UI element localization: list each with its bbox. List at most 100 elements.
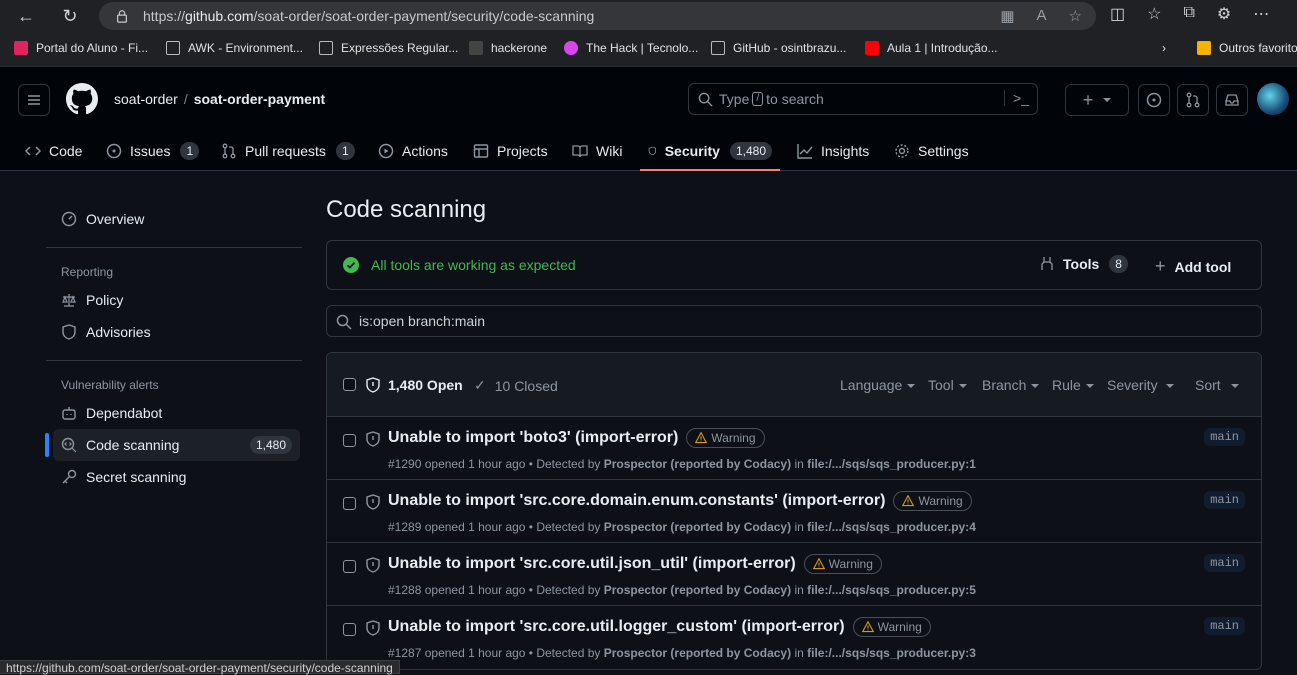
reload-icon[interactable]: ↻: [54, 2, 86, 30]
more-icon[interactable]: ⋯: [1253, 4, 1269, 24]
bookmark-item[interactable]: The Hack | Tecnolo...: [564, 41, 698, 55]
alert-title[interactable]: Unable to import 'src.core.util.json_uti…: [388, 555, 796, 573]
tab-label: Settings: [918, 143, 969, 159]
command-palette-icon[interactable]: >_: [1004, 90, 1029, 106]
rule-filter[interactable]: Rule: [1052, 377, 1094, 393]
tab-wiki[interactable]: Wiki: [572, 131, 622, 171]
address-bar[interactable]: https://github.com/soat-order/soat-order…: [99, 2, 1096, 30]
bookmark-item[interactable]: Expressões Regular...: [319, 41, 458, 55]
sidebar-item-label: Advisories: [86, 324, 151, 340]
tab-security[interactable]: Security 1,480: [640, 131, 780, 171]
collections-icon[interactable]: ⧉: [1183, 4, 1194, 24]
security-counter: 1,480: [729, 142, 772, 160]
pulls-counter: 1: [335, 142, 355, 160]
alert-checkbox[interactable]: [343, 560, 356, 573]
open-filter[interactable]: 1,480 Open: [365, 377, 463, 393]
open-count: 1,480 Open: [388, 377, 463, 393]
tab-projects[interactable]: Projects: [473, 131, 548, 171]
sidebar-item-label: Dependabot: [86, 405, 163, 421]
closed-filter[interactable]: ✓ 10 Closed: [474, 377, 558, 394]
alert-row[interactable]: Unable to import 'src.core.util.json_uti…: [327, 543, 1261, 606]
tab-actions[interactable]: Actions: [378, 131, 448, 171]
severity-badge: Warning: [852, 617, 931, 637]
tab-settings[interactable]: Settings: [894, 131, 969, 171]
alert-row[interactable]: Unable to import 'src.core.util.logger_c…: [327, 606, 1261, 669]
repo-link[interactable]: soat-order-payment: [194, 91, 325, 107]
tab-code[interactable]: Code: [25, 131, 82, 171]
severity-filter[interactable]: Severity: [1107, 377, 1174, 393]
breadcrumb-separator: /: [183, 91, 188, 107]
alert-title[interactable]: Unable to import 'src.core.domain.enum.c…: [388, 492, 885, 510]
sidebar-item-code-scanning[interactable]: Code scanning 1,480: [45, 429, 300, 461]
repo-nav: Code Issues 1 Pull requests 1 Actions Proj…: [0, 131, 1297, 171]
tools-button[interactable]: Tools 8: [1039, 255, 1128, 273]
tab-pull-requests[interactable]: Pull requests 1: [221, 131, 355, 171]
github-header: soat-order / soat-order-payment Type / to se…: [0, 67, 1297, 131]
bookmark-folder[interactable]: Outros favoritos: [1197, 41, 1297, 55]
sidebar-item-advisories[interactable]: Advisories: [46, 316, 302, 348]
bookmark-item[interactable]: hackerone: [469, 41, 547, 55]
alert-checkbox[interactable]: [343, 434, 356, 447]
page-icon: [711, 41, 725, 55]
favorites-icon[interactable]: ☆: [1147, 4, 1161, 24]
bookmark-item[interactable]: AWK - Environment...: [166, 41, 303, 55]
tab-label: Issues: [130, 143, 171, 159]
alert-title[interactable]: Unable to import 'boto3' (import-error): [388, 429, 678, 447]
extensions-icon[interactable]: ⚙: [1217, 4, 1231, 24]
tools-label: Tools: [1063, 256, 1100, 272]
bookmark-item[interactable]: Aula 1 | Introdução...: [865, 41, 998, 55]
create-new-button[interactable]: +: [1065, 84, 1129, 116]
plus-icon: +: [1155, 256, 1166, 276]
select-all-checkbox[interactable]: [343, 378, 356, 391]
branch-filter[interactable]: Branch: [982, 377, 1040, 393]
split-screen-icon[interactable]: ◫: [1110, 4, 1125, 24]
main-content: Code scanning All tools are working as e…: [326, 196, 1262, 670]
sidebar-item-label: Code scanning: [86, 437, 180, 453]
shield-icon: [648, 146, 657, 156]
inbox-button[interactable]: [1216, 84, 1248, 116]
sidebar-item-secret-scanning[interactable]: Secret scanning: [46, 461, 302, 493]
hamburger-icon: [28, 95, 40, 105]
sidebar-item-dependabot[interactable]: Dependabot: [46, 397, 302, 429]
search-shortcut: /: [752, 92, 764, 106]
owner-link[interactable]: soat-order: [114, 91, 178, 107]
back-icon[interactable]: ←: [10, 2, 42, 30]
alert-title[interactable]: Unable to import 'src.core.util.logger_c…: [388, 618, 845, 636]
add-tool-button[interactable]: + Add tool: [1155, 256, 1231, 277]
add-tool-label: Add tool: [1174, 258, 1232, 275]
avatar[interactable]: [1257, 83, 1289, 115]
menu-button[interactable]: [18, 84, 50, 116]
search-placeholder-end: to search: [766, 91, 824, 107]
tab-insights[interactable]: Insights: [797, 131, 869, 171]
apps-icon[interactable]: ▦: [1000, 7, 1014, 25]
pull-requests-button[interactable]: [1177, 84, 1209, 116]
shield-icon: [366, 557, 380, 573]
git-pull-request-icon: [1186, 92, 1200, 108]
issues-button[interactable]: [1138, 84, 1170, 116]
caret-down-icon: [1165, 384, 1174, 389]
alert-checkbox[interactable]: [343, 497, 356, 510]
alert-filter-input[interactable]: is:open branch:main: [326, 305, 1262, 337]
tools-counter: 8: [1109, 255, 1128, 273]
sidebar-item-overview[interactable]: Overview: [46, 203, 302, 235]
page-icon: [319, 41, 333, 55]
tool-filter[interactable]: Tool: [928, 377, 967, 393]
search-input[interactable]: Type / to search >_: [688, 83, 1038, 115]
sort-filter[interactable]: Sort: [1195, 377, 1239, 393]
alert-row[interactable]: Unable to import 'boto3' (import-error) W…: [327, 417, 1261, 480]
alert-icon: [861, 621, 874, 633]
severity-badge: Warning: [803, 554, 882, 574]
bookmark-item[interactable]: Portal do Aluno - Fi...: [14, 41, 148, 55]
favorite-star-icon[interactable]: ☆: [1069, 7, 1082, 25]
language-filter[interactable]: Language: [840, 377, 916, 393]
issues-counter: 1: [180, 142, 200, 160]
bookmarks-overflow-icon[interactable]: ›: [1162, 41, 1166, 55]
alert-checkbox[interactable]: [343, 623, 356, 636]
read-aloud-icon[interactable]: A: [1037, 7, 1047, 25]
caret-down-icon: [1230, 384, 1239, 389]
sidebar-item-policy[interactable]: Policy: [46, 284, 302, 316]
tab-issues[interactable]: Issues 1: [106, 131, 200, 171]
github-logo-icon[interactable]: [66, 83, 98, 115]
bookmark-item[interactable]: GitHub - osintbrazu...: [711, 41, 846, 55]
alert-row[interactable]: Unable to import 'src.core.domain.enum.c…: [327, 480, 1261, 543]
